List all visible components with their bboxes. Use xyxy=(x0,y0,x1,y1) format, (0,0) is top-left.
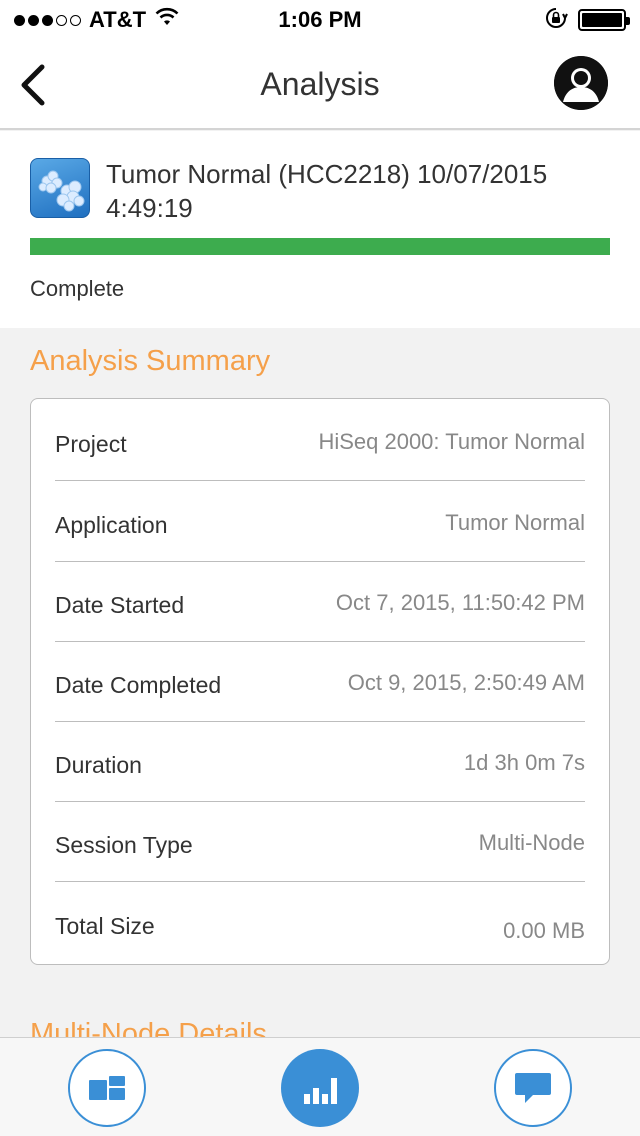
tab-dashboard[interactable] xyxy=(68,1049,146,1127)
status-bar: AT&T 1:06 PM xyxy=(0,0,640,40)
progress-bar-fill xyxy=(30,238,610,255)
user-avatar-icon xyxy=(554,56,608,110)
summary-section-title: Analysis Summary xyxy=(30,345,271,377)
analysis-status: Complete xyxy=(30,276,125,301)
wifi-icon xyxy=(154,7,180,33)
chevron-left-icon xyxy=(21,64,45,106)
row-value: Tumor Normal xyxy=(445,510,585,535)
summary-row-date-completed: Date Completed Oct 9, 2015, 2:50:49 AM xyxy=(55,642,585,722)
chat-icon xyxy=(515,1073,551,1103)
tab-messages[interactable] xyxy=(494,1049,572,1127)
analysis-run-title: Tumor Normal (HCC2218) 10/07/2015 4:49:1… xyxy=(106,159,548,223)
row-label: Date Completed xyxy=(55,672,222,698)
bar-chart-icon xyxy=(304,1078,337,1104)
tab-analysis[interactable] xyxy=(281,1049,359,1127)
tab-bar xyxy=(0,1037,640,1136)
summary-row-application: Application Tumor Normal xyxy=(55,482,585,562)
analysis-app-icon xyxy=(30,158,90,218)
row-label: Project xyxy=(55,431,127,457)
signal-strength-icon xyxy=(14,14,81,26)
summary-row-total-size: Total Size 0.00 MB xyxy=(55,882,585,962)
row-value: HiSeq 2000: Tumor Normal xyxy=(318,429,585,454)
navigation-bar: Analysis xyxy=(0,40,640,130)
back-button[interactable] xyxy=(14,62,50,108)
page-title: Analysis xyxy=(260,65,380,102)
orientation-lock-icon xyxy=(544,6,568,35)
summary-row-date-started: Date Started Oct 7, 2015, 11:50:42 PM xyxy=(55,562,585,642)
battery-icon xyxy=(578,9,630,31)
summary-row-duration: Duration 1d 3h 0m 7s xyxy=(55,722,585,802)
row-label: Session Type xyxy=(55,832,193,858)
row-label: Date Started xyxy=(55,592,185,618)
summary-card: Project HiSeq 2000: Tumor Normal Applica… xyxy=(30,398,610,965)
row-value: Oct 7, 2015, 11:50:42 PM xyxy=(335,590,585,615)
summary-row-session-type: Session Type Multi-Node xyxy=(55,802,585,882)
row-value: 1d 3h 0m 7s xyxy=(463,750,585,775)
analysis-header: Tumor Normal (HCC2218) 10/07/2015 4:49:1… xyxy=(0,131,640,328)
row-value: 0.00 MB xyxy=(503,918,585,943)
progress-bar xyxy=(30,238,610,255)
row-label: Application xyxy=(55,512,168,538)
row-value: Multi-Node xyxy=(478,830,585,855)
row-label: Duration xyxy=(55,752,142,778)
row-value: Oct 9, 2015, 2:50:49 AM xyxy=(347,670,585,695)
summary-row-project: Project HiSeq 2000: Tumor Normal xyxy=(55,401,585,481)
dashboard-icon xyxy=(89,1076,125,1100)
row-label: Total Size xyxy=(55,913,155,939)
carrier-label: AT&T xyxy=(89,7,147,32)
profile-button[interactable] xyxy=(554,56,608,110)
